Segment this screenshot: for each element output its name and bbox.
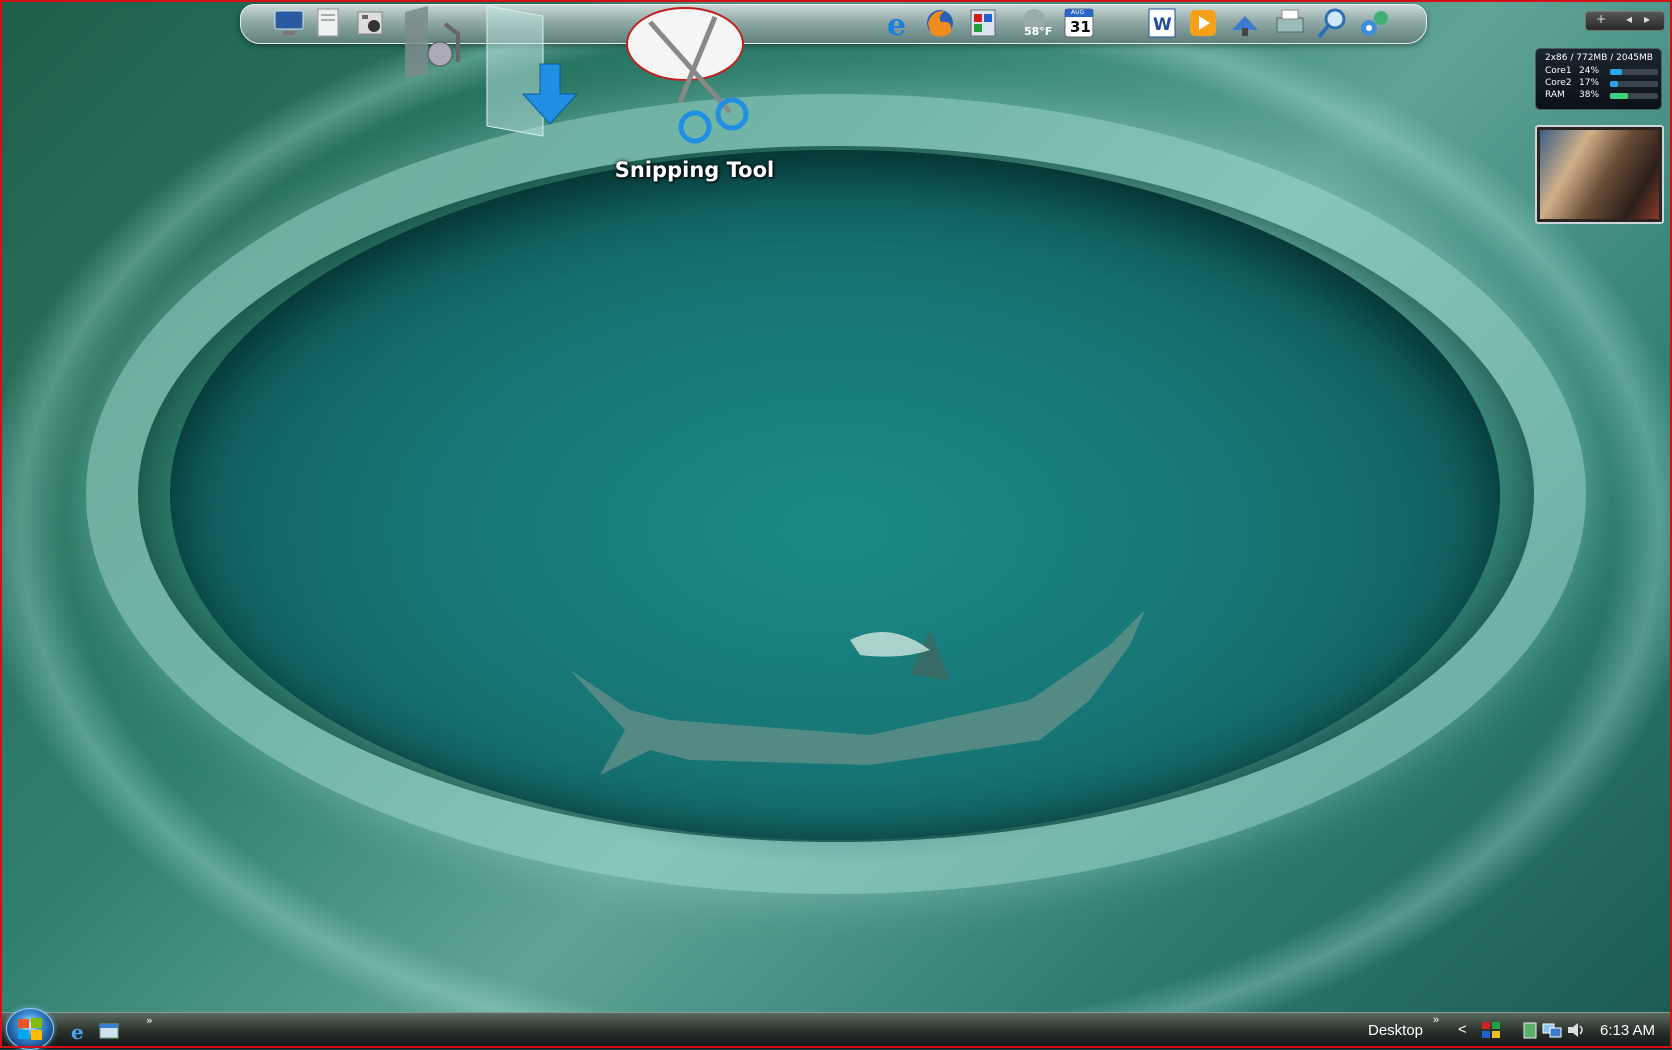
meter-bar-track: [1610, 69, 1658, 75]
volume-icon[interactable]: [1566, 1020, 1586, 1040]
meter-title: 2x86 / 772MB / 2045MB: [1545, 53, 1653, 63]
meter-bar-fill: [1610, 69, 1622, 75]
internet-explorer-icon[interactable]: e: [882, 6, 916, 43]
meter-bar-track: [1610, 81, 1658, 87]
calendar-month: AUG: [1071, 9, 1085, 16]
weather-icon: 58°F: [1018, 6, 1056, 40]
safely-remove-hardware-icon[interactable]: [1520, 1020, 1540, 1040]
meter-bar-track: [1610, 93, 1658, 99]
slideshow-gadget[interactable]: [1535, 125, 1664, 224]
meter-label: Core2: [1545, 78, 1572, 88]
network-icon[interactable]: [1228, 6, 1262, 40]
weather-temperature: 58°F: [1024, 25, 1053, 38]
meter-row-core2: Core2 17%: [1545, 78, 1658, 89]
quicklaunch-internet-explorer-icon[interactable]: e: [68, 1020, 90, 1044]
svg-text:W: W: [1153, 15, 1172, 35]
meter-bar-fill: [1610, 81, 1619, 87]
music-folder-icon[interactable]: [400, 4, 470, 78]
next-gadget-button[interactable]: ▸: [1644, 12, 1650, 26]
firefox-icon[interactable]: [923, 6, 957, 40]
meter-value: 17%: [1579, 78, 1600, 88]
meter-value: 38%: [1579, 90, 1600, 100]
svg-text:e: e: [887, 8, 906, 40]
svg-text:e: e: [71, 1020, 84, 1042]
desktop-toolbar-label[interactable]: Desktop: [1368, 1022, 1423, 1039]
quicklaunch-more-button[interactable]: »: [146, 1014, 153, 1027]
meter-bar-fill: [1610, 93, 1629, 99]
meter-row-core1: Core1 24%: [1545, 66, 1658, 77]
calendar-icon: AUG 31: [1062, 6, 1096, 40]
windows-logo-icon: [18, 1018, 42, 1040]
start-button[interactable]: [6, 1008, 54, 1050]
documents-icon[interactable]: [312, 6, 346, 40]
add-gadget-button[interactable]: +: [1596, 12, 1606, 26]
network-tray-icon[interactable]: [1542, 1020, 1562, 1040]
calendar-day: 31: [1070, 18, 1091, 36]
taskbar-clock[interactable]: 6:13 AM: [1600, 1022, 1655, 1039]
meter-row-ram: RAM 38%: [1545, 90, 1658, 101]
downloads-folder-icon[interactable]: [485, 4, 595, 139]
quicklaunch-show-desktop-icon[interactable]: [98, 1020, 120, 1042]
tray-expand-button[interactable]: <: [1458, 1021, 1467, 1038]
meter-label: RAM: [1545, 90, 1565, 100]
meter-label: Core1: [1545, 66, 1572, 76]
windows-flag-tray-icon[interactable]: [1481, 1020, 1501, 1040]
search-icon[interactable]: [1316, 6, 1350, 40]
slideshow-picture: [1540, 130, 1659, 219]
desktop-toolbar-more-button[interactable]: »: [1433, 1014, 1439, 1026]
sidebar-gadget-controls: + ◂ ▸: [1585, 11, 1665, 31]
word-icon[interactable]: W: [1145, 6, 1179, 40]
settings-icon[interactable]: [1357, 6, 1391, 40]
cpu-ram-meter-gadget: 2x86 / 772MB / 2045MB Core1 24% Core2 17…: [1535, 48, 1662, 110]
snipping-tool-label[interactable]: Snipping Tool: [612, 158, 777, 182]
wallpaper-shark: [570, 610, 1145, 775]
previous-gadget-button[interactable]: ◂: [1626, 12, 1632, 26]
control-panel-icon[interactable]: [966, 6, 1000, 40]
meter-value: 24%: [1579, 66, 1600, 76]
snipping-tool-icon[interactable]: [620, 2, 770, 147]
pictures-icon[interactable]: [354, 6, 388, 40]
media-player-icon[interactable]: [1186, 6, 1220, 40]
printer-icon[interactable]: [1273, 6, 1307, 40]
my-computer-icon[interactable]: [272, 6, 306, 40]
